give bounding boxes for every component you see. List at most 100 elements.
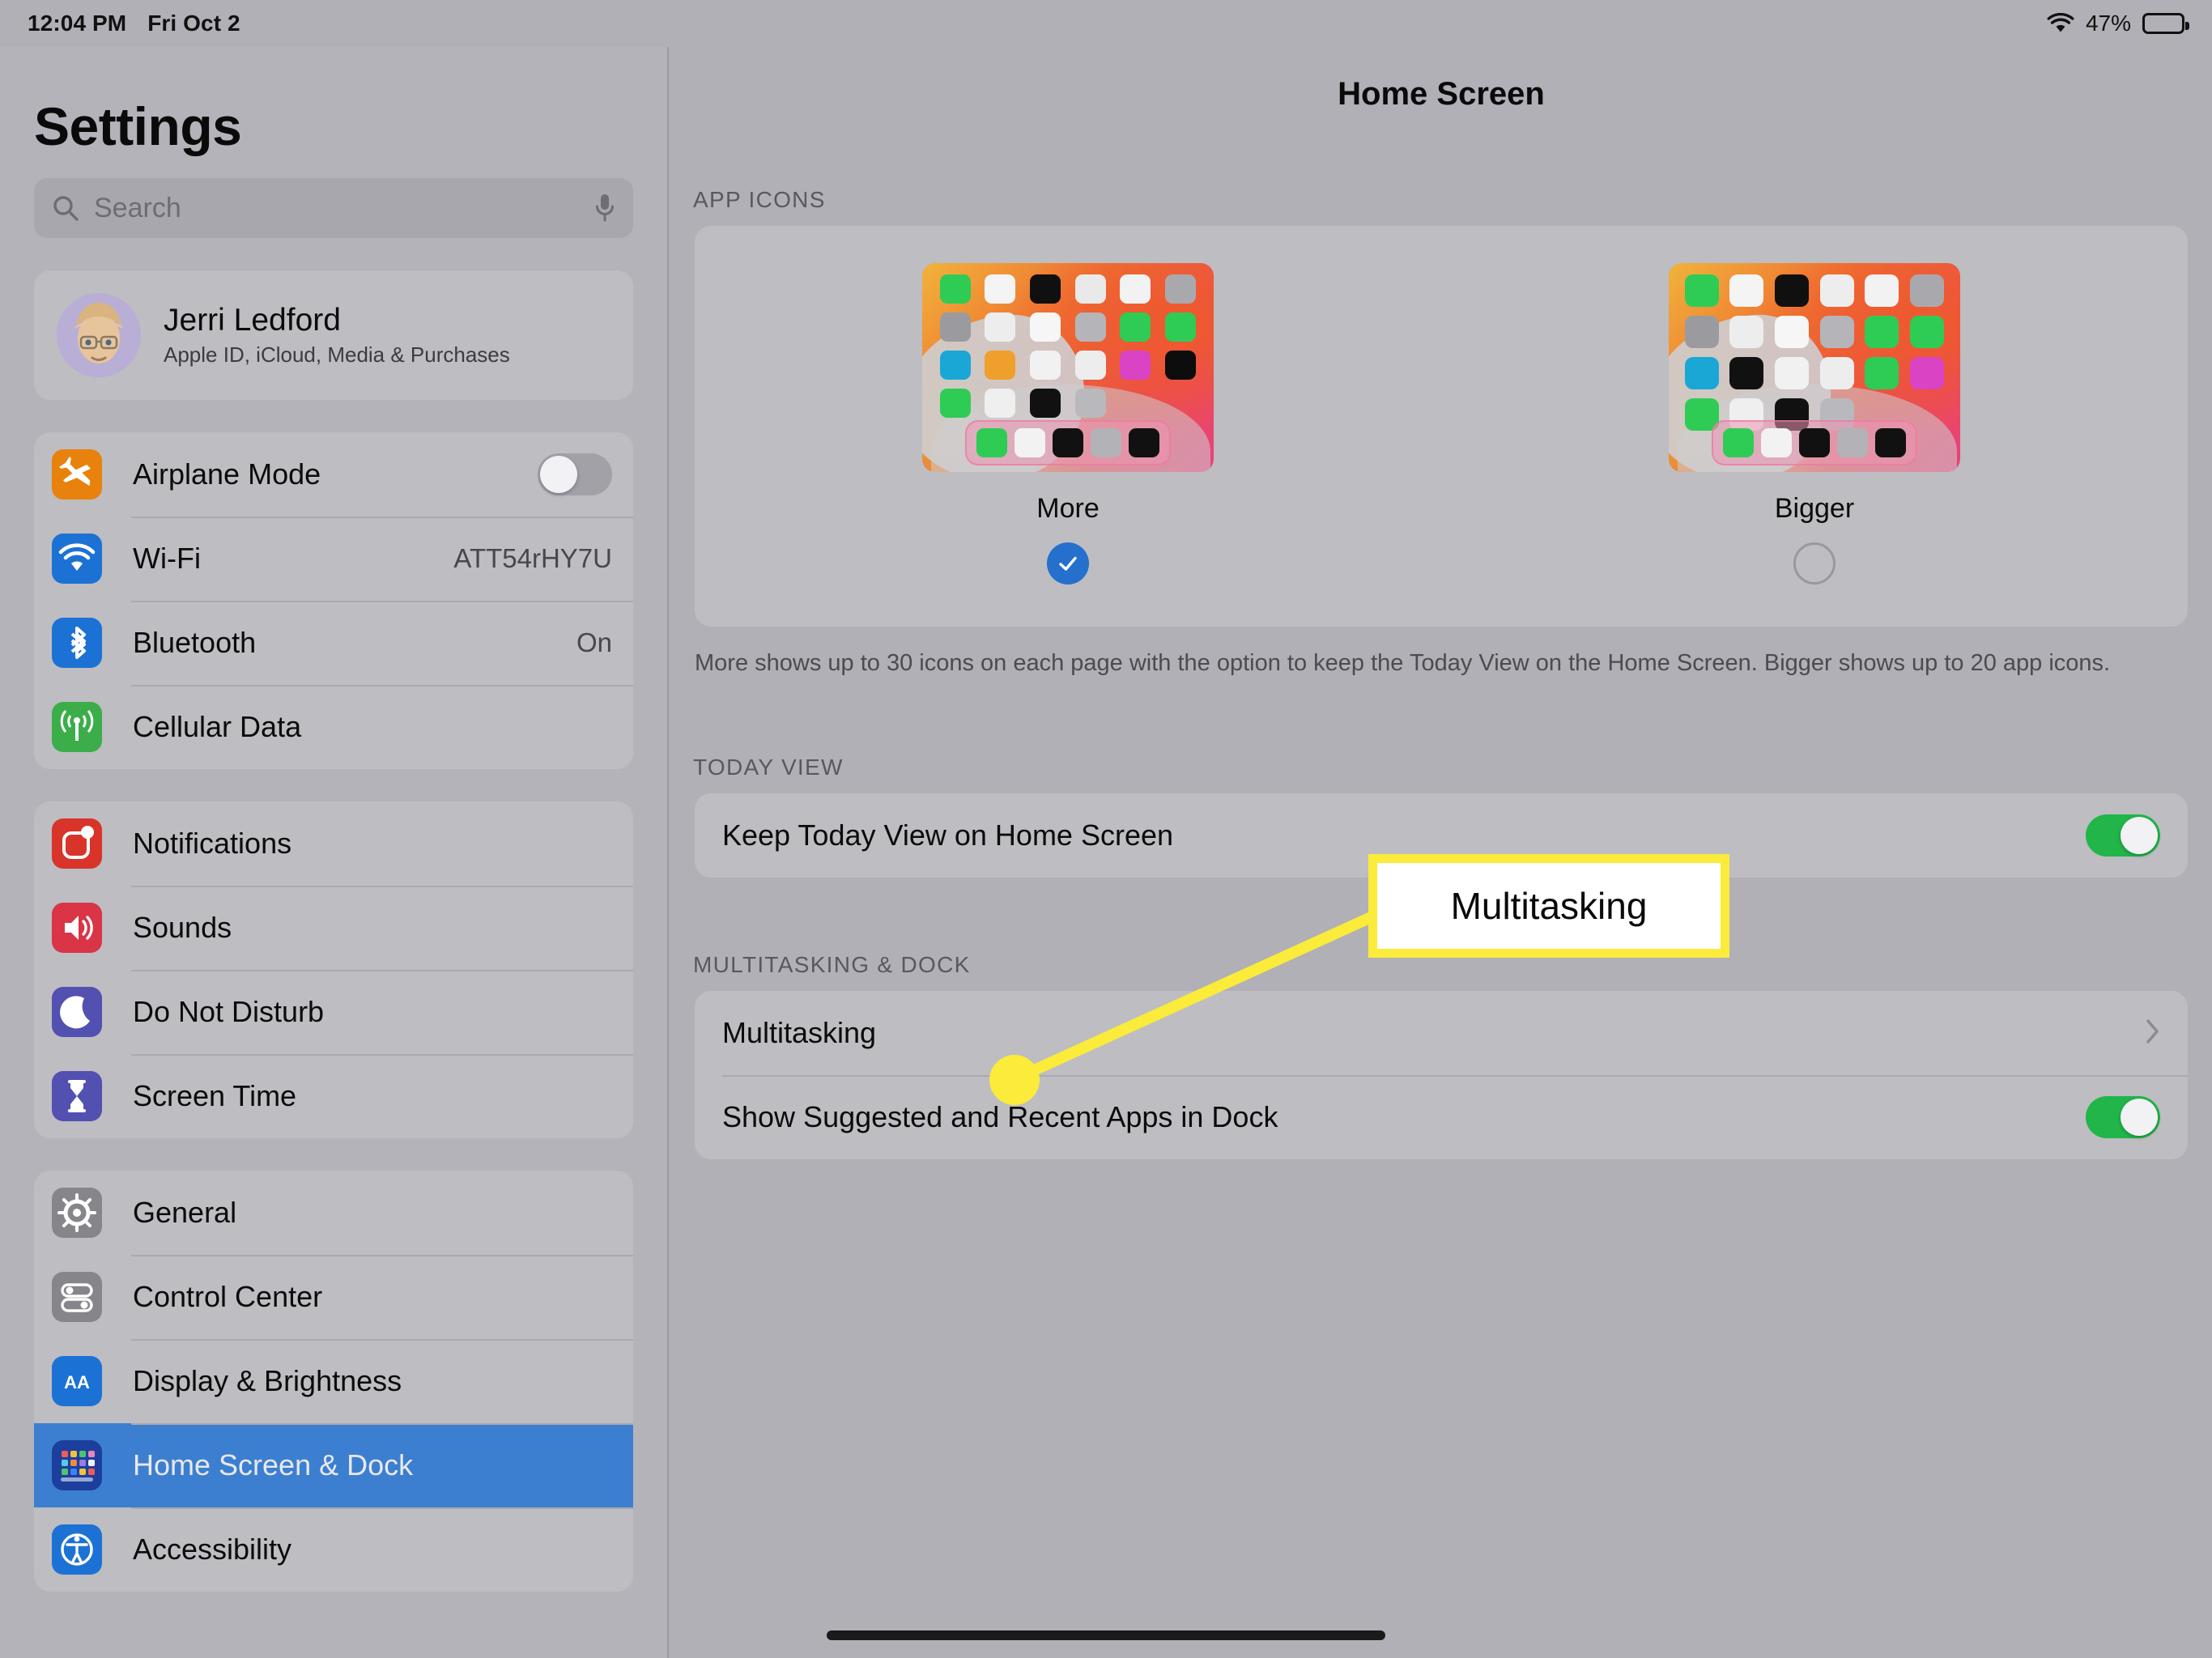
sidebar-item-general[interactable]: General	[34, 1171, 633, 1255]
detail-title: Home Screen	[1338, 76, 1545, 112]
page-title: Settings	[34, 96, 242, 156]
app-icon-option-bigger[interactable]: Bigger	[1669, 263, 1960, 585]
app-icon-tile	[1684, 316, 1719, 348]
search-input[interactable]: Search	[34, 178, 633, 238]
sidebar-item-home-screen-dock[interactable]: Home Screen & Dock	[34, 1423, 633, 1507]
app-icon-tile	[1865, 316, 1899, 348]
app-icon-tile	[1074, 312, 1106, 342]
settings-sidebar[interactable]: Settings Search Jerri Ledford Apple ID, …	[0, 47, 669, 1658]
detail-pane: Home Screen APP ICONS More Bigger More s…	[670, 47, 2212, 1658]
checkmark-circle-icon[interactable]	[1047, 542, 1089, 585]
sidebar-item-label: General	[133, 1196, 237, 1229]
battery-icon	[2142, 13, 2189, 34]
account-row[interactable]: Jerri Ledford Apple ID, iCloud, Media & …	[34, 270, 633, 400]
dock-preview	[1712, 420, 1917, 466]
sidebar-item-label: Control Center	[133, 1280, 323, 1313]
sidebar-item-label: Cellular Data	[133, 710, 302, 743]
status-bar-right: 47%	[2047, 11, 2189, 36]
dock-icon-tile	[1129, 428, 1159, 457]
app-icon-tile	[1729, 316, 1764, 348]
section-header-app-icons: APP ICONS	[693, 187, 826, 212]
status-bar: 12:04 PM Fri Oct 2 47%	[0, 0, 2212, 47]
dock-icon-tile	[1091, 428, 1121, 457]
app-icon-tile	[1819, 316, 1854, 348]
app-icon-tile	[1684, 357, 1719, 389]
sidebar-item-wi-fi[interactable]: Wi-Fi ATT54rHY7U	[34, 517, 633, 601]
app-icon-tile	[985, 312, 1016, 342]
app-icon-tile	[1684, 274, 1719, 307]
callout-box: Multitasking	[1368, 854, 1729, 958]
sidebar-group-1: Airplane Mode Wi-Fi ATT54rHY7U Bluetooth On C…	[34, 432, 633, 769]
setting-row-multitasking[interactable]: Multitasking	[695, 991, 2188, 1075]
app-icon-tile	[1165, 389, 1196, 418]
sidebar-item-notifications[interactable]: Notifications	[34, 801, 633, 886]
sidebar-item-sounds[interactable]: Sounds	[34, 886, 633, 970]
app-icon-tile	[1865, 274, 1899, 307]
callout-target-dot	[989, 1055, 1040, 1105]
sidebar-item-screen-time[interactable]: Screen Time	[34, 1054, 633, 1138]
chevron-right-icon	[2146, 1018, 2160, 1048]
app-icon-tile	[1030, 274, 1061, 304]
account-subtitle: Apple ID, iCloud, Media & Purchases	[164, 342, 510, 367]
notifications-icon	[52, 818, 102, 869]
dock-preview	[965, 420, 1171, 466]
app-icon-tile	[1165, 312, 1197, 342]
setting-row-show-suggested-and-recent-apps-in-dock[interactable]: Show Suggested and Recent Apps in Dock	[695, 1075, 2188, 1159]
airplane-icon	[52, 449, 102, 500]
setting-row-label: Show Suggested and Recent Apps in Dock	[722, 1100, 1278, 1134]
app-icon-tile	[1729, 274, 1764, 307]
sounds-icon	[52, 903, 102, 953]
sidebar-item-control-center[interactable]: Control Center	[34, 1255, 633, 1339]
toggle-switch[interactable]	[538, 453, 612, 495]
sidebar-item-cellular-data[interactable]: Cellular Data	[34, 685, 633, 769]
app-icon-tile	[1819, 357, 1854, 389]
avatar	[57, 293, 141, 377]
status-time: 12:04 PM	[28, 11, 127, 36]
bluetooth-icon	[52, 618, 102, 668]
sidebar-item-do-not-disturb[interactable]: Do Not Disturb	[34, 970, 633, 1054]
chevron-right-icon	[2146, 1018, 2159, 1044]
app-icon-tile	[1120, 274, 1151, 304]
status-bar-left: 12:04 PM Fri Oct 2	[28, 11, 240, 36]
app-icon-tile	[985, 274, 1016, 304]
app-icon-option-more[interactable]: More	[922, 263, 1214, 585]
app-icon-tile	[1775, 274, 1810, 307]
callout-label: Multitasking	[1450, 885, 1648, 927]
home-screen-preview-more	[922, 263, 1214, 472]
sidebar-item-label: Wi-Fi	[133, 542, 201, 575]
app-icon-tile	[1775, 316, 1810, 348]
app-icon-tile	[1074, 351, 1106, 380]
dock-icon-tile	[976, 428, 1007, 457]
hourglass-icon	[52, 1071, 102, 1121]
sidebar-item-label: Screen Time	[133, 1079, 297, 1112]
sidebar-item-label: Sounds	[133, 911, 232, 944]
sidebar-item-value: On	[576, 627, 612, 657]
sidebar-group-3: General Control Center AA Display & Brightn…	[34, 1171, 633, 1592]
account-text: Jerri Ledford Apple ID, iCloud, Media & …	[164, 303, 510, 368]
empty-circle-icon[interactable]	[1793, 542, 1836, 585]
sidebar-item-accessibility[interactable]: Accessibility	[34, 1507, 633, 1592]
sidebar-item-display-brightness[interactable]: AA Display & Brightness	[34, 1339, 633, 1423]
sidebar-item-bluetooth[interactable]: Bluetooth On	[34, 601, 633, 685]
battery-percent: 47%	[2085, 11, 2131, 36]
app-icon-tile	[939, 389, 971, 418]
home-indicator[interactable]	[827, 1630, 1385, 1640]
app-icon-tile	[1910, 316, 1945, 348]
dock-icon-tile	[1837, 428, 1868, 457]
microphone-icon[interactable]	[594, 193, 615, 223]
toggle-switch[interactable]	[2086, 814, 2160, 857]
app-icon-tile	[1865, 357, 1899, 389]
moon-icon	[52, 987, 102, 1037]
sidebar-item-value: ATT54rHY7U	[453, 543, 612, 573]
dock-icon-tile	[1723, 428, 1754, 457]
app-icon-tile	[1165, 351, 1197, 380]
toggle-switch[interactable]	[2086, 1096, 2160, 1139]
sidebar-item-airplane-mode[interactable]: Airplane Mode	[34, 432, 633, 517]
app-icon-tile	[1120, 312, 1151, 342]
app-icons-footnote: More shows up to 30 icons on each page w…	[695, 650, 2111, 676]
display-brightness-icon: AA	[52, 1356, 102, 1406]
app-icon-tile	[1120, 389, 1151, 418]
app-icon-tile	[1030, 389, 1061, 418]
home-screen-preview-bigger	[1669, 263, 1960, 472]
sidebar-item-label: Display & Brightness	[133, 1364, 402, 1397]
